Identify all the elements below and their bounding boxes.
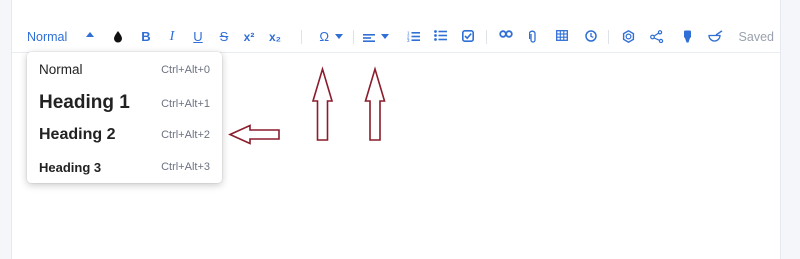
annotation-arrow-up-special-characters — [311, 66, 334, 141]
annotation-arrow-left-heading-2 — [228, 124, 280, 145]
annotation-overlay — [228, 66, 386, 145]
annotation-arrow-up-align — [364, 66, 386, 141]
